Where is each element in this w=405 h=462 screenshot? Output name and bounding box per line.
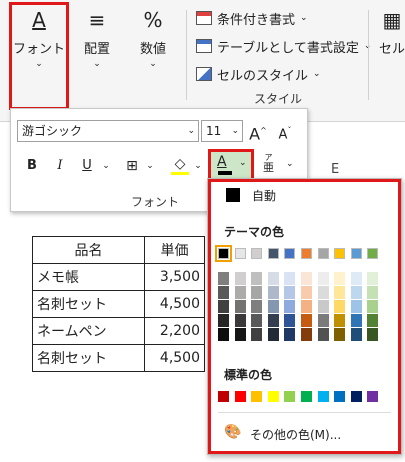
chevron-down-icon: ⌄ — [231, 126, 239, 136]
phonetic-button[interactable]: ア 亜 — [263, 153, 274, 174]
table-cell[interactable]: 4,500 — [144, 344, 205, 372]
font-color-swatch — [218, 171, 232, 175]
table-cell[interactable]: 名刺セット — [32, 290, 145, 318]
table-cell[interactable]: ネームペン — [32, 317, 145, 345]
border-dropdown[interactable]: ⌄ — [141, 155, 159, 177]
table-cell[interactable]: 2,200 — [144, 317, 205, 345]
conditional-format-icon — [196, 11, 212, 25]
cell-style-icon — [196, 67, 212, 81]
chevron-down-icon: ⌄ — [93, 59, 101, 69]
table-row: ネームペン 2,200 — [32, 317, 205, 345]
table-row: 名刺セット 4,500 — [32, 344, 205, 372]
number-group-button[interactable]: % 数値 ⌄ — [126, 6, 180, 106]
align-icon: ≡ — [88, 8, 106, 32]
column-header-e[interactable]: E — [331, 162, 339, 177]
conditional-format-button[interactable]: 条件付き書式 ⌄ — [196, 8, 308, 28]
italic-button[interactable]: I — [51, 155, 69, 177]
table-cell[interactable]: 3,500 — [144, 263, 205, 291]
alignment-group-button[interactable]: ≡ 配置 ⌄ — [70, 6, 124, 106]
font-name-combo[interactable]: 游ゴシック ⌄ — [17, 120, 199, 142]
header-cell[interactable]: 品名 — [32, 236, 145, 264]
bold-button[interactable]: B — [23, 155, 41, 177]
table-cell[interactable]: 4,500 — [144, 290, 205, 318]
format-as-table-button[interactable]: テーブルとして書式設定 ⌄ — [196, 36, 371, 56]
cells-group-button[interactable]: ▦ セル — [372, 6, 405, 106]
palette-highlight-box — [208, 179, 401, 454]
fill-color-dropdown[interactable]: ⌄ — [189, 155, 207, 177]
highlight-box — [9, 2, 69, 110]
table-cell[interactable]: メモ帳 — [32, 263, 145, 291]
data-table: 品名 単価 メモ帳 3,500 名刺セット 4,500 ネームペン 2,200 … — [32, 236, 205, 372]
table-header-row: 品名 単価 — [32, 236, 205, 264]
phonetic-dropdown[interactable]: ⌄ — [286, 159, 294, 169]
chevron-down-icon: ⌄ — [149, 59, 157, 69]
increase-font-size-button[interactable]: A^ — [249, 120, 267, 143]
underline-dropdown[interactable]: ⌄ — [97, 155, 115, 177]
table-row: 名刺セット 4,500 — [32, 290, 205, 318]
decrease-font-size-button[interactable]: Aˇ — [276, 120, 294, 142]
chevron-down-icon: ⌄ — [239, 158, 247, 168]
font-group-label: フォント — [131, 195, 180, 209]
table-format-icon — [196, 39, 212, 53]
percent-icon: % — [143, 8, 163, 32]
table-cell[interactable]: 名刺セット — [32, 344, 145, 372]
font-color-button[interactable]: A ⌄ — [208, 149, 254, 181]
divider — [186, 10, 187, 100]
divider — [368, 10, 369, 100]
cell-styles-button[interactable]: セルのスタイル ⌄ — [196, 64, 321, 84]
chevron-down-icon: ⌄ — [187, 126, 195, 136]
table-row: メモ帳 3,500 — [32, 263, 205, 291]
font-size-combo[interactable]: 11 ⌄ — [201, 120, 243, 142]
fill-color-icon[interactable]: ◇ — [171, 155, 189, 175]
header-cell[interactable]: 単価 — [144, 236, 205, 264]
styles-group-label: スタイル — [254, 92, 303, 106]
cells-icon: ▦ — [382, 8, 402, 32]
chevron-down-icon: ⌄ — [300, 13, 308, 23]
chevron-down-icon: ⌄ — [313, 69, 321, 79]
border-icon[interactable]: ⊞ — [123, 155, 141, 177]
underline-button[interactable]: U — [78, 155, 96, 177]
font-color-icon: A — [217, 154, 227, 170]
